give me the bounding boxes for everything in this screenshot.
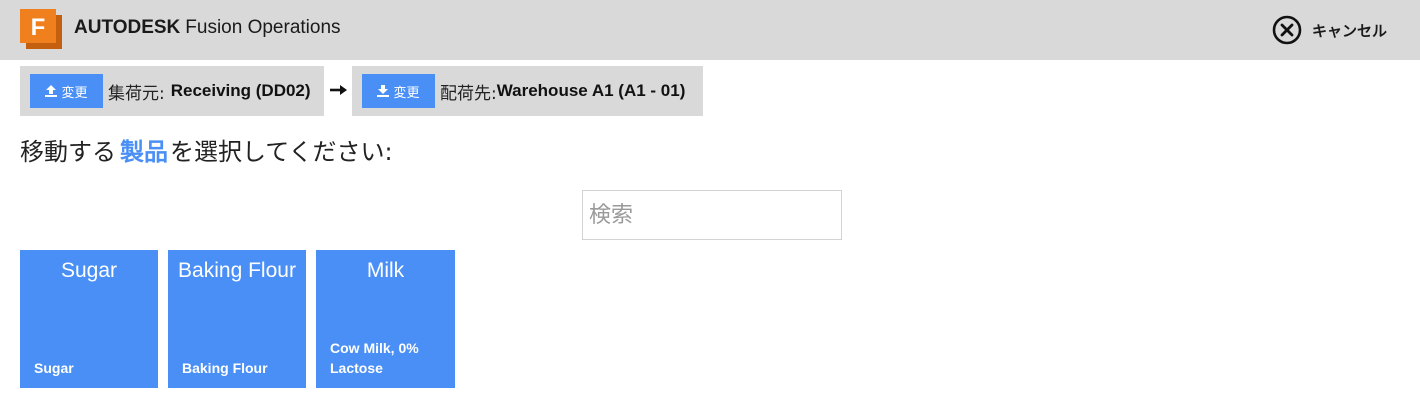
app-title: AUTODESK Fusion Operations <box>74 15 341 41</box>
svg-text:F: F <box>31 14 46 41</box>
source-label: 集荷元: <box>108 83 165 104</box>
download-icon <box>377 85 390 97</box>
product-tile-milk[interactable]: Milk Cow Milk, 0% Lactose <box>316 250 455 388</box>
product-name: Milk <box>366 259 405 282</box>
product-tile-baking-flour[interactable]: Baking Flour Baking Flour <box>168 250 306 388</box>
instruction-suffix: を選択してください: <box>170 138 393 166</box>
brand-name: AUTODESK <box>74 17 181 38</box>
change-destination-label: 変更 <box>393 85 420 101</box>
product-tile-sugar[interactable]: Sugar Sugar <box>20 250 158 388</box>
destination-label: 配荷先: <box>440 83 497 104</box>
product-description: Sugar <box>34 360 74 376</box>
cancel-button[interactable]: キャンセル <box>1272 15 1387 45</box>
product-name: Sugar <box>60 259 118 282</box>
destination-value: Warehouse A1 (A1 - 01) <box>496 81 686 100</box>
destination-location-bar: 変更 配荷先: Warehouse A1 (A1 - 01) <box>352 66 703 116</box>
source-value: Receiving (DD02) <box>170 81 311 100</box>
change-source-label: 変更 <box>61 85 88 101</box>
source-location-bar: 変更 集荷元: Receiving (DD02) <box>20 66 324 116</box>
app-header: F AUTODESK Fusion Operations キャンセル <box>0 0 1420 60</box>
product-description: Baking Flour <box>182 360 268 376</box>
change-destination-button[interactable]: 変更 <box>362 74 435 108</box>
product-name: Fusion Operations <box>185 17 341 38</box>
product-name: Baking Flour <box>178 259 296 282</box>
fusion-logo-icon: F <box>20 9 62 49</box>
instruction-highlight: 製品 <box>120 138 168 166</box>
product-description: Cow Milk, 0% Lactose <box>330 340 419 376</box>
arrow-right-icon <box>330 85 347 95</box>
page-instruction: 移動する 製品を選択してください: <box>20 134 393 170</box>
cancel-label: キャンセル <box>1312 21 1388 40</box>
close-circle-icon <box>1272 15 1302 45</box>
instruction-prefix: 移動する <box>20 138 116 166</box>
upload-icon <box>45 85 58 97</box>
change-source-button[interactable]: 変更 <box>30 74 103 108</box>
search-input[interactable] <box>582 190 842 240</box>
